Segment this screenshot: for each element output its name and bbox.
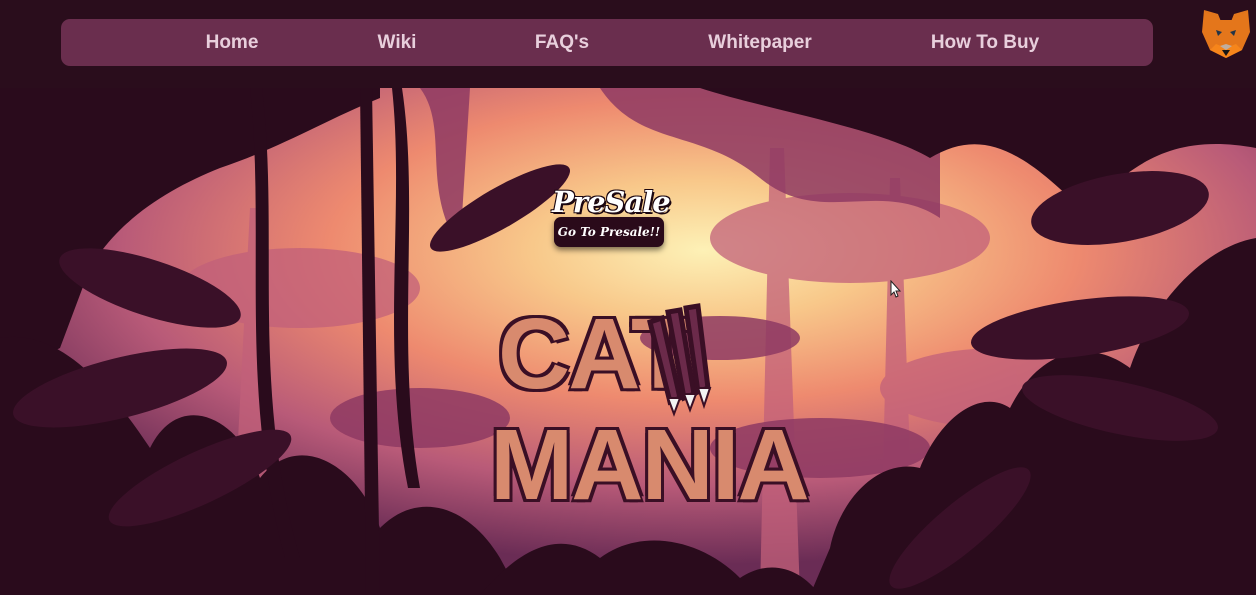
top-nav-bar: Home Wiki FAQ's Whitepaper How To Buy	[61, 19, 1153, 66]
go-to-presale-button[interactable]: Go To Presale!!	[554, 217, 664, 247]
nav-whitepaper[interactable]: Whitepaper	[708, 19, 811, 66]
claw-scratch-icon	[647, 303, 712, 417]
nav-faqs[interactable]: FAQ's	[535, 19, 589, 66]
presale-block: PreSale Go To Presale!!	[552, 185, 671, 247]
logo-line-mania: MANIA	[490, 409, 810, 521]
cat-mania-logo: CAT MANIA	[490, 300, 810, 535]
mouse-cursor-icon	[890, 280, 902, 298]
metamask-fox-icon[interactable]	[1200, 6, 1252, 62]
nav-wiki[interactable]: Wiki	[378, 19, 417, 66]
nav-how-to-buy[interactable]: How To Buy	[931, 19, 1039, 66]
presale-title: PreSale	[552, 185, 671, 219]
nav-home[interactable]: Home	[206, 19, 259, 66]
